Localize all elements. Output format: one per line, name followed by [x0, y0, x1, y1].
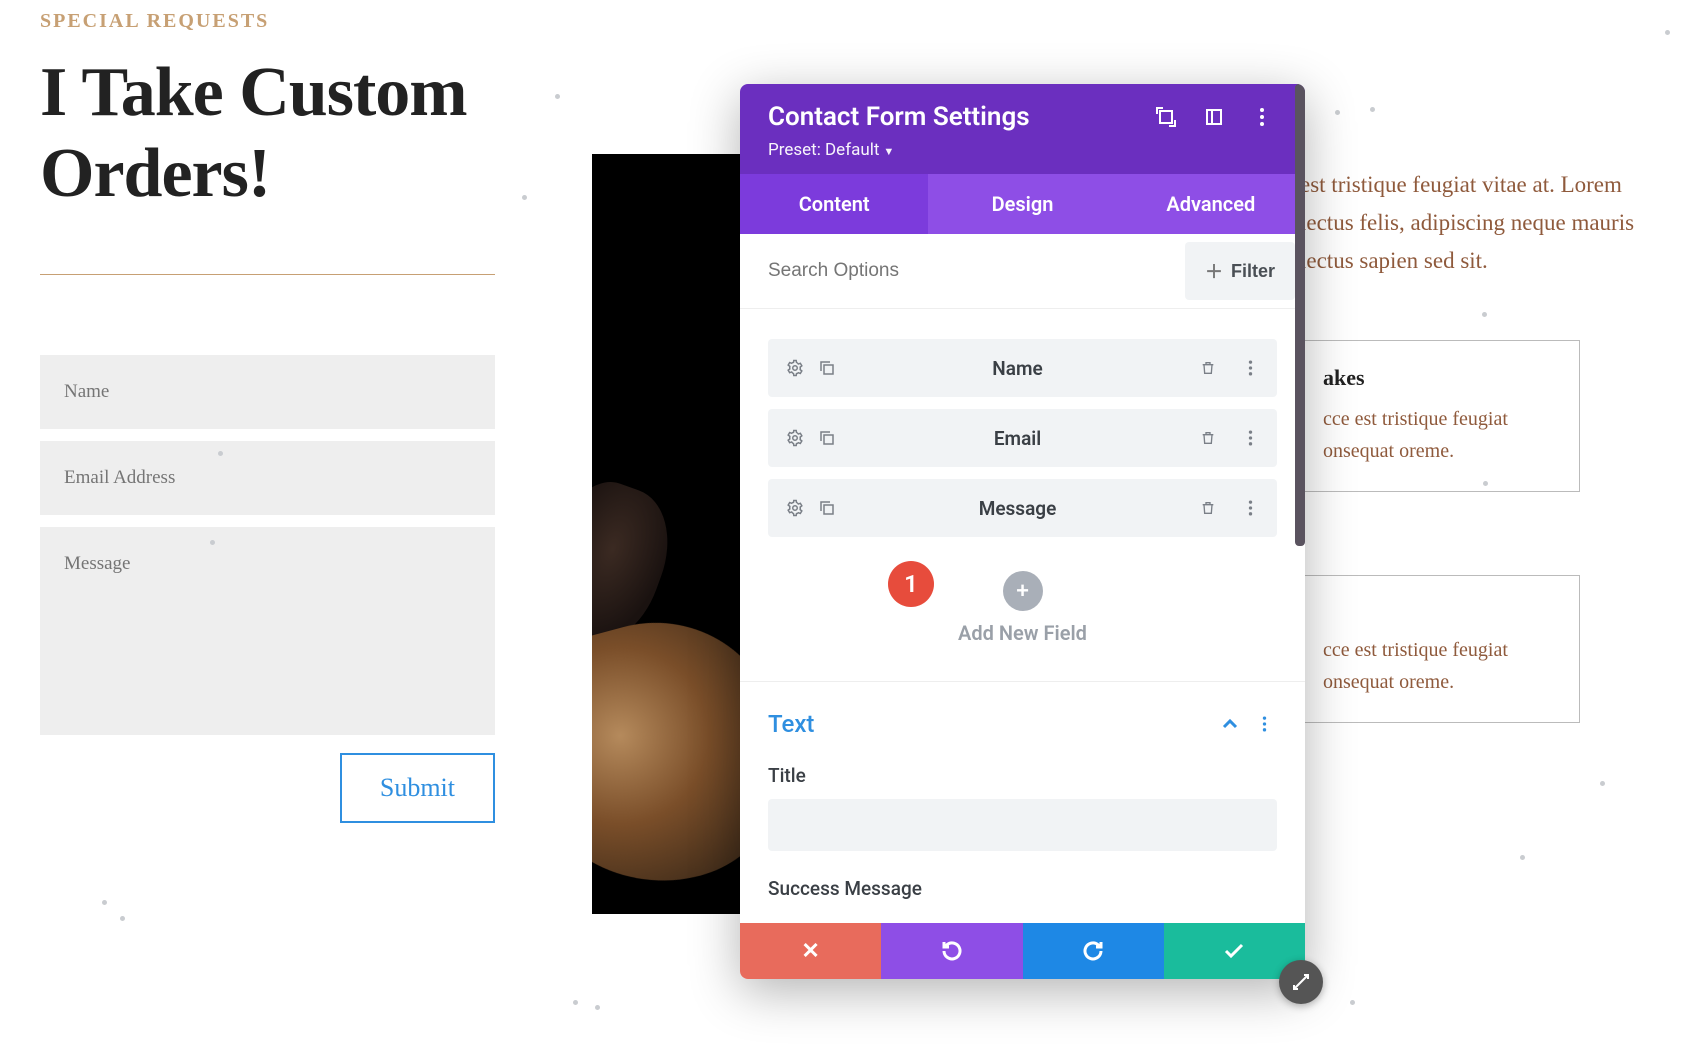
- trash-icon[interactable]: [1195, 425, 1221, 451]
- hero-image: [592, 154, 742, 914]
- kebab-icon[interactable]: [1237, 355, 1263, 381]
- submit-button[interactable]: Submit: [340, 753, 495, 823]
- field-row[interactable]: Name: [768, 339, 1277, 397]
- message-field[interactable]: [40, 527, 495, 735]
- field-row[interactable]: Message: [768, 479, 1277, 537]
- tab-advanced[interactable]: Advanced: [1117, 174, 1305, 234]
- expand-icon[interactable]: [1151, 102, 1181, 132]
- section-text-title[interactable]: Text: [768, 710, 1209, 738]
- chevron-down-icon: ▼: [883, 145, 894, 158]
- info-card-body: cce est tristique feugiat onsequat oreme…: [1323, 403, 1557, 467]
- field-label: Name: [840, 357, 1195, 380]
- trash-icon[interactable]: [1195, 495, 1221, 521]
- undo-icon: [940, 939, 964, 963]
- search-input[interactable]: [768, 240, 1185, 302]
- preset-selector[interactable]: Preset: Default ▼: [768, 140, 1277, 160]
- resize-handle-icon[interactable]: [1279, 960, 1323, 1004]
- info-card-title: akes: [1323, 365, 1557, 391]
- close-icon: ✕: [801, 938, 819, 964]
- duplicate-icon[interactable]: [814, 425, 840, 451]
- step-badge: 1: [888, 561, 934, 607]
- filter-label: Filter: [1231, 261, 1275, 282]
- redo-icon: [1081, 939, 1105, 963]
- filter-button[interactable]: ＋ Filter: [1185, 242, 1295, 300]
- tab-content[interactable]: Content: [740, 174, 928, 234]
- kebab-icon[interactable]: [1251, 711, 1277, 737]
- snap-icon[interactable]: [1199, 102, 1229, 132]
- option-title-label: Title: [768, 764, 1277, 787]
- preset-label: Preset: Default: [768, 140, 879, 160]
- cancel-button[interactable]: ✕: [740, 923, 881, 979]
- kebab-icon[interactable]: [1237, 425, 1263, 451]
- gear-icon[interactable]: [782, 425, 808, 451]
- gear-icon[interactable]: [782, 355, 808, 381]
- settings-modal: Contact Form Settings Preset: Default ▼ C…: [740, 84, 1305, 979]
- modal-title: Contact Form Settings: [768, 102, 1151, 132]
- trash-icon[interactable]: [1195, 355, 1221, 381]
- redo-button[interactable]: [1023, 923, 1164, 979]
- field-list: Name Email: [740, 309, 1305, 537]
- info-card: akes cce est tristique feugiat onsequat …: [1300, 340, 1580, 492]
- tab-design[interactable]: Design: [928, 174, 1116, 234]
- duplicate-icon[interactable]: [814, 355, 840, 381]
- field-row[interactable]: Email: [768, 409, 1277, 467]
- chevron-up-icon[interactable]: [1217, 711, 1243, 737]
- field-label: Message: [840, 497, 1195, 520]
- info-card: cce est tristique feugiat onsequat oreme…: [1300, 575, 1580, 723]
- plus-icon: ＋: [1205, 258, 1223, 284]
- page-eyebrow: SPECIAL REQUESTS: [40, 10, 520, 33]
- modal-header: Contact Form Settings Preset: Default ▼: [740, 84, 1305, 174]
- page-divider: [40, 274, 495, 275]
- gear-icon[interactable]: [782, 495, 808, 521]
- undo-button[interactable]: [881, 923, 1022, 979]
- check-icon: [1222, 939, 1246, 963]
- add-field-button[interactable]: +: [1003, 571, 1043, 611]
- duplicate-icon[interactable]: [814, 495, 840, 521]
- info-card-body: cce est tristique feugiat onsequat oreme…: [1323, 634, 1557, 698]
- page-heading: I Take Custom Orders!: [40, 53, 520, 214]
- option-title-input[interactable]: [768, 799, 1277, 851]
- field-label: Email: [840, 427, 1195, 450]
- kebab-icon[interactable]: [1247, 102, 1277, 132]
- name-field[interactable]: [40, 355, 495, 429]
- body-paragraph: est tristique feugiat vitae at. Lorem le…: [1300, 166, 1680, 280]
- kebab-icon[interactable]: [1237, 495, 1263, 521]
- add-field-label: Add New Field: [740, 621, 1305, 645]
- option-success-label: Success Message: [768, 877, 1277, 900]
- email-field[interactable]: [40, 441, 495, 515]
